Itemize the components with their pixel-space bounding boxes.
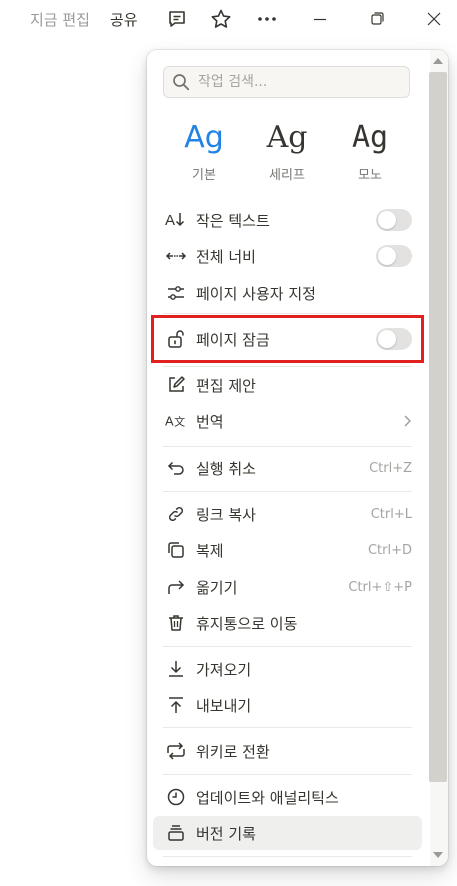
star-icon[interactable]	[208, 6, 234, 32]
duplicate-icon	[165, 539, 187, 561]
menu-item-label: 위키로 전환	[196, 742, 270, 761]
menu-item-updates-analytics[interactable]: 업데이트와 애널리틱스	[153, 780, 422, 814]
divider	[163, 446, 412, 447]
font-option-default[interactable]: Ag 기본	[164, 118, 244, 183]
menu-item-label: 실행 취소	[196, 459, 256, 478]
toggle-knob	[378, 247, 396, 265]
menu-item-label: 옮기기	[196, 578, 238, 597]
svg-text:文: 文	[174, 415, 185, 429]
minimize-icon[interactable]	[307, 6, 333, 32]
translate-icon: A文	[165, 410, 187, 432]
lock-icon	[165, 328, 187, 350]
toggle-knob	[378, 211, 396, 229]
menu-item-label: 복제	[196, 541, 224, 560]
menu-item-lock-page[interactable]: 페이지 잠금	[153, 322, 422, 356]
menu-item-full-width[interactable]: 전체 너비	[153, 239, 422, 273]
divider	[163, 491, 412, 492]
font-sample: Ag	[184, 120, 224, 155]
edit-status: 지금 편집	[30, 11, 90, 29]
font-label: 모노	[358, 168, 382, 183]
comment-icon[interactable]	[164, 6, 190, 32]
clock-icon	[165, 786, 187, 808]
menu-item-label: 편집 제안	[196, 376, 256, 395]
share-button[interactable]: 공유	[110, 9, 138, 30]
move-icon	[165, 576, 187, 598]
font-option-serif[interactable]: Ag 세리프	[247, 118, 327, 183]
divider	[163, 774, 412, 775]
search-box[interactable]	[163, 66, 410, 98]
small-text-toggle[interactable]	[376, 209, 412, 231]
menu-item-turn-into-wiki[interactable]: 위키로 전환	[153, 734, 422, 768]
font-sample: Ag	[266, 120, 308, 155]
scroll-down-arrow-icon[interactable]	[433, 852, 443, 858]
divider	[163, 366, 412, 367]
page-options-menu: Ag 기본 Ag 세리프 Ag 모노 A 작은 텍스트 전체 너비 페이지 사용…	[147, 50, 448, 866]
top-bar: 지금 편집 공유	[0, 0, 457, 38]
svg-text:A: A	[165, 212, 175, 229]
menu-item-copy-link[interactable]: 링크 복사 Ctrl+L	[153, 497, 422, 531]
export-icon	[165, 694, 187, 716]
menu-item-import[interactable]: 가져오기	[153, 652, 422, 686]
undo-icon	[165, 457, 187, 479]
font-label: 세리프	[269, 168, 305, 183]
version-history-icon	[165, 822, 187, 844]
customize-icon	[165, 282, 187, 304]
import-icon	[165, 658, 187, 680]
divider	[163, 856, 412, 857]
divider	[163, 313, 412, 314]
menu-item-label: 가져오기	[196, 660, 252, 679]
toggle-knob	[378, 330, 396, 348]
divider	[163, 646, 412, 647]
menu-item-customize-page[interactable]: 페이지 사용자 지정	[153, 276, 422, 310]
chevron-right-icon	[402, 414, 412, 428]
menu-item-suggest-edits[interactable]: 편집 제안	[153, 368, 422, 402]
more-icon[interactable]	[254, 6, 280, 32]
shortcut: Ctrl+L	[370, 506, 412, 522]
font-option-mono[interactable]: Ag 모노	[330, 118, 410, 183]
scroll-up-arrow-icon[interactable]	[433, 58, 443, 64]
font-label: 기본	[192, 168, 216, 183]
menu-item-label: 링크 복사	[196, 505, 256, 524]
shortcut: Ctrl+Z	[369, 460, 412, 476]
restore-icon[interactable]	[364, 6, 390, 32]
search-input[interactable]	[196, 73, 400, 91]
menu-item-undo[interactable]: 실행 취소 Ctrl+Z	[153, 451, 422, 485]
menu-item-move-to-trash[interactable]: 휴지통으로 이동	[153, 606, 422, 640]
trash-icon	[165, 612, 187, 634]
scrollbar-thumb[interactable]	[429, 72, 447, 782]
menu-item-version-history[interactable]: 버전 기록	[153, 816, 422, 850]
search-icon	[172, 73, 190, 91]
menu-item-label: 전체 너비	[196, 247, 256, 266]
menu-item-move[interactable]: 옮기기 Ctrl+⇧+P	[153, 570, 422, 604]
menu-item-export[interactable]: 내보내기	[153, 688, 422, 722]
menu-item-label: 페이지 잠금	[196, 330, 270, 349]
menu-item-label: 버전 기록	[196, 824, 256, 843]
menu-item-label: 업데이트와 애널리틱스	[196, 788, 339, 807]
font-sample: Ag	[351, 120, 389, 155]
full-width-toggle[interactable]	[376, 245, 412, 267]
font-selector: Ag 기본 Ag 세리프 Ag 모노	[163, 118, 413, 188]
link-icon	[165, 503, 187, 525]
menu-item-duplicate[interactable]: 복제 Ctrl+D	[153, 533, 422, 567]
menu-item-label: 내보내기	[196, 696, 252, 715]
suggest-edit-icon	[165, 374, 187, 396]
menu-item-label: 작은 텍스트	[196, 211, 270, 230]
svg-text:A: A	[165, 414, 174, 429]
menu-item-label: 번역	[196, 412, 224, 431]
full-width-icon	[165, 245, 187, 267]
lock-page-toggle[interactable]	[376, 328, 412, 350]
menu-item-translate[interactable]: A文 번역	[153, 404, 422, 438]
wiki-icon	[165, 740, 187, 762]
menu-item-label: 페이지 사용자 지정	[196, 284, 316, 303]
shortcut: Ctrl+D	[367, 542, 412, 558]
shortcut: Ctrl+⇧+P	[348, 579, 412, 595]
menu-item-small-text[interactable]: A 작은 텍스트	[153, 203, 422, 237]
small-text-icon: A	[165, 209, 187, 231]
menu-item-label: 휴지통으로 이동	[196, 614, 298, 633]
divider	[163, 727, 412, 728]
close-icon[interactable]	[421, 6, 447, 32]
